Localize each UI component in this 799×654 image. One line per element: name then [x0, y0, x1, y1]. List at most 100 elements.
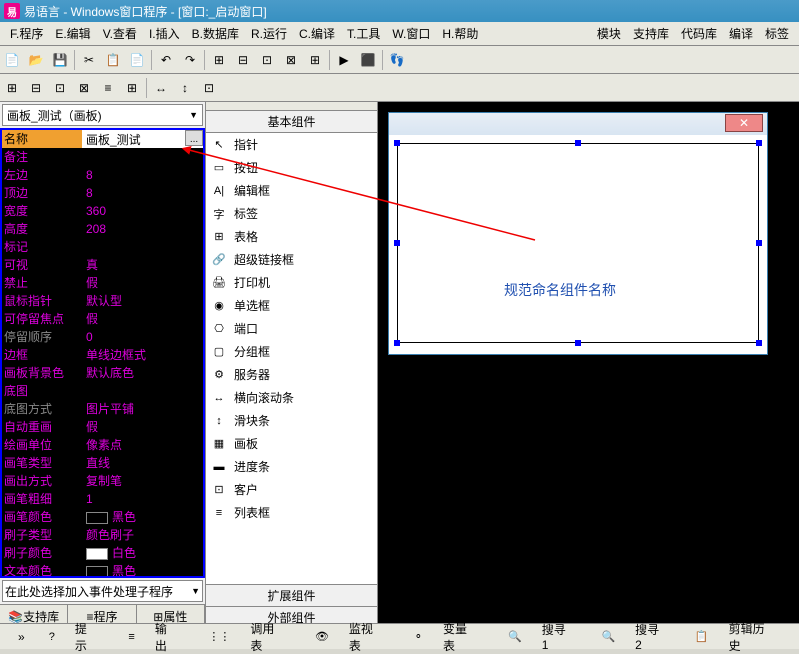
property-row[interactable]: 刷子类型颜色刷子 [2, 526, 203, 544]
menu-tags[interactable]: 标签 [759, 25, 795, 42]
property-row[interactable]: 画板背景色默认底色 [2, 364, 203, 382]
paste-icon[interactable]: 📄 [126, 49, 148, 71]
component-item[interactable]: ↖指针 [206, 133, 377, 156]
property-row[interactable]: 名称... [2, 130, 203, 148]
property-value[interactable] [82, 148, 203, 166]
property-value[interactable]: 默认型 [82, 292, 203, 310]
property-value[interactable]: 直线 [82, 454, 203, 472]
property-value[interactable]: 假 [82, 310, 203, 328]
align2-icon[interactable]: ⊟ [232, 49, 254, 71]
property-row[interactable]: 停留顺序0 [2, 328, 203, 346]
property-value[interactable]: 208 [82, 220, 203, 238]
tab-calltree[interactable]: ⋮⋮调用表 [192, 620, 299, 654]
property-row[interactable]: 画笔颜色黑色 [2, 508, 203, 526]
t2-4[interactable]: ⊠ [73, 77, 95, 99]
menu-tools[interactable]: T.工具 [341, 25, 386, 42]
property-value[interactable]: 默认底色 [82, 364, 203, 382]
t2-8[interactable]: ↕ [174, 77, 196, 99]
designed-window[interactable]: ✕ 规范命名组件名称 [388, 112, 768, 355]
palette-header[interactable]: 基本组件 [206, 111, 377, 133]
component-item[interactable]: ↕滑块条 [206, 409, 377, 432]
property-value[interactable]: 颜色刷子 [82, 526, 203, 544]
property-value[interactable]: 图片平铺 [82, 400, 203, 418]
align3-icon[interactable]: ⊡ [256, 49, 278, 71]
event-selector[interactable]: 在此处选择加入事件处理子程序 ▼ [2, 580, 203, 602]
property-value[interactable]: 360 [82, 202, 203, 220]
menu-lib[interactable]: 支持库 [627, 25, 675, 42]
component-item[interactable]: 🔗超级链接框 [206, 248, 377, 271]
debug-icon[interactable]: 👣 [386, 49, 408, 71]
tab-hint[interactable]: ?提示 [33, 620, 113, 654]
t2-5[interactable]: ≡ [97, 77, 119, 99]
property-value[interactable]: 1 [82, 490, 203, 508]
property-value[interactable] [82, 238, 203, 256]
tab-search1[interactable]: 🔍搜寻1 [492, 621, 585, 652]
property-row[interactable]: 画笔类型直线 [2, 454, 203, 472]
menu-module[interactable]: 模块 [591, 25, 627, 42]
expand-icon[interactable]: » [10, 630, 33, 644]
property-value[interactable]: 8 [82, 166, 203, 184]
component-item[interactable]: ▬进度条 [206, 455, 377, 478]
t2-3[interactable]: ⊡ [49, 77, 71, 99]
align4-icon[interactable]: ⊠ [280, 49, 302, 71]
property-row[interactable]: 画笔粗细1 [2, 490, 203, 508]
component-selector[interactable]: 画板_测试（画板) ▼ [2, 104, 203, 126]
property-value[interactable]: 0 [82, 328, 203, 346]
property-value[interactable]: 复制笔 [82, 472, 203, 490]
menu-help[interactable]: H.帮助 [436, 25, 484, 42]
align5-icon[interactable]: ⊞ [304, 49, 326, 71]
t2-7[interactable]: ↔ [150, 77, 172, 99]
property-row[interactable]: 备注 [2, 148, 203, 166]
component-item[interactable]: ≡列表框 [206, 501, 377, 524]
menu-window[interactable]: W.窗口 [386, 25, 436, 42]
property-row[interactable]: 左边8 [2, 166, 203, 184]
property-value[interactable]: 黑色 [82, 508, 203, 526]
property-row[interactable]: 刷子颜色白色 [2, 544, 203, 562]
copy-icon[interactable]: 📋 [102, 49, 124, 71]
component-item[interactable]: 字标签 [206, 202, 377, 225]
property-value[interactable]: 单线边框式 [82, 346, 203, 364]
property-value[interactable]: 黑色 [82, 562, 203, 578]
property-value[interactable]: 假 [82, 274, 203, 292]
property-row[interactable]: 绘画单位像素点 [2, 436, 203, 454]
property-row[interactable]: 可停留焦点假 [2, 310, 203, 328]
align-icon[interactable]: ⊞ [208, 49, 230, 71]
property-row[interactable]: 边框单线边框式 [2, 346, 203, 364]
menu-view[interactable]: V.查看 [97, 25, 143, 42]
close-button[interactable]: ✕ [725, 114, 763, 132]
property-row[interactable]: 宽度360 [2, 202, 203, 220]
menu-insert[interactable]: I.插入 [143, 25, 186, 42]
menu-edit[interactable]: E.编辑 [49, 25, 96, 42]
t2-1[interactable]: ⊞ [1, 77, 23, 99]
property-row[interactable]: 顶边8 [2, 184, 203, 202]
ellipsis-button[interactable]: ... [185, 130, 203, 146]
undo-icon[interactable]: ↶ [155, 49, 177, 71]
tab-output[interactable]: ≡输出 [112, 620, 192, 654]
component-item[interactable]: 🖨打印机 [206, 271, 377, 294]
property-value[interactable]: 真 [82, 256, 203, 274]
property-value[interactable]: 8 [82, 184, 203, 202]
property-value[interactable]: 像素点 [82, 436, 203, 454]
menu-compile2[interactable]: 编译 [723, 25, 759, 42]
property-row[interactable]: 底图 [2, 382, 203, 400]
component-item[interactable]: ↔横向滚动条 [206, 386, 377, 409]
menu-run[interactable]: R.运行 [245, 25, 293, 42]
component-item[interactable]: ⊞表格 [206, 225, 377, 248]
component-item[interactable]: A|编辑框 [206, 179, 377, 202]
design-canvas[interactable]: ✕ 规范命名组件名称 [378, 102, 799, 628]
property-input[interactable] [86, 130, 166, 148]
property-row[interactable]: 自动重画假 [2, 418, 203, 436]
property-value[interactable]: 白色 [82, 544, 203, 562]
t2-9[interactable]: ⊡ [198, 77, 220, 99]
component-item[interactable]: ▢分组框 [206, 340, 377, 363]
property-row[interactable]: 高度208 [2, 220, 203, 238]
property-row[interactable]: 底图方式图片平铺 [2, 400, 203, 418]
redo-icon[interactable]: ↷ [179, 49, 201, 71]
new-icon[interactable]: 📄 [1, 49, 23, 71]
tab-watch[interactable]: 👁监视表 [299, 620, 398, 654]
tab-clipboard[interactable]: 📋剪辑历史 [679, 620, 789, 654]
save-icon[interactable]: 💾 [49, 49, 71, 71]
property-row[interactable]: 文本颜色黑色 [2, 562, 203, 578]
run-icon[interactable]: ▶ [333, 49, 355, 71]
menu-program[interactable]: F.程序 [4, 25, 49, 42]
